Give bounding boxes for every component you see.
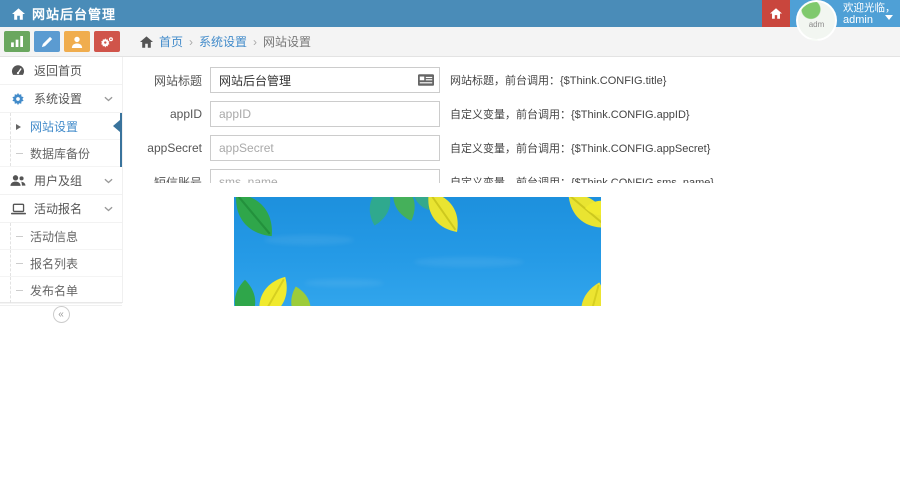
leaf-icon [562, 275, 601, 306]
banner-image [234, 197, 601, 306]
sidebar-item-label: 返回首页 [34, 62, 82, 79]
field-label: 短信账号 [140, 174, 202, 184]
sidebar-item-label: 系统设置 [34, 90, 82, 107]
user-button[interactable] [64, 31, 90, 52]
breadcrumb-separator: › [189, 35, 193, 49]
leaf-icon [416, 197, 469, 239]
user-icon [71, 36, 83, 48]
leaf-icon [234, 197, 282, 243]
users-icon [10, 174, 26, 187]
sidebar-subitem-label: 数据库备份 [30, 145, 90, 162]
sidebar-item-label: 活动报名 [34, 200, 82, 217]
chevron-down-icon [104, 206, 113, 212]
tree-dash-icon [16, 290, 23, 291]
form-row-site-title: 网站标题 网站标题，前台调用：{$Think.CONFIG.title} [140, 67, 900, 93]
sidebar-subitem-label: 活动信息 [30, 228, 78, 245]
appid-input[interactable] [210, 101, 440, 127]
sms-name-input[interactable] [210, 169, 440, 183]
settings-button[interactable] [94, 31, 120, 52]
sidebar-item-users-groups[interactable]: 用户及组 [0, 167, 122, 195]
field-label: appID [140, 107, 202, 121]
sidebar: 返回首页 系统设置 网站设置 数据库备份 用户及组 [0, 57, 123, 303]
chart-bars-icon [11, 36, 24, 47]
avatar: adm [796, 0, 837, 41]
settings-form: 网站标题 网站标题，前台调用：{$Think.CONFIG.title} app… [123, 57, 900, 183]
breadcrumb-section-link[interactable]: 系统设置 [199, 33, 247, 50]
sidebar-collapse-row: « [0, 305, 122, 323]
breadcrumb-home-link[interactable]: 首页 [159, 33, 183, 50]
tree-dash-icon [16, 236, 23, 237]
tree-dash-icon [16, 263, 23, 264]
quick-toolbar [0, 31, 123, 52]
field-hint: 自定义变量，前台调用：{$Think.CONFIG.sms_name} [450, 174, 714, 183]
app-title: 网站后台管理 [32, 4, 116, 23]
id-card-icon [418, 74, 434, 86]
welcome-text: 欢迎光临， admin [843, 2, 896, 26]
field-label: appSecret [140, 141, 202, 155]
gear-icon [10, 92, 26, 106]
sidebar-subitem-label: 报名列表 [30, 255, 78, 272]
form-row-sms-account: 短信账号 自定义变量，前台调用：{$Think.CONFIG.sms_name} [140, 169, 900, 183]
tree-dash-icon [16, 153, 23, 154]
form-row-appsecret: appSecret 自定义变量，前台调用：{$Think.CONFIG.appS… [140, 135, 900, 161]
toolbar-strip: 首页 › 系统设置 › 网站设置 [0, 27, 900, 57]
sidebar-subitem-label: 网站设置 [30, 118, 78, 135]
home-icon [140, 36, 153, 48]
home-button[interactable] [762, 0, 790, 27]
sidebar-subitem-activity-info[interactable]: 活动信息 [0, 223, 122, 250]
activity-submenu: 活动信息 报名列表 发布名单 [0, 223, 122, 304]
username-label: admin [843, 14, 873, 26]
pencil-icon [41, 36, 53, 48]
breadcrumb-current: 网站设置 [263, 33, 311, 50]
breadcrumb-separator: › [253, 35, 257, 49]
sidebar-subitem-label: 发布名单 [30, 282, 78, 299]
chevron-down-icon [885, 15, 893, 20]
system-settings-submenu: 网站设置 数据库备份 [0, 113, 122, 167]
cogs-icon [100, 36, 114, 48]
field-label: 网站标题 [140, 72, 202, 89]
appsecret-input[interactable] [210, 135, 440, 161]
sidebar-collapse-button[interactable]: « [53, 306, 70, 323]
sidebar-subitem-db-backup[interactable]: 数据库备份 [0, 140, 120, 167]
form-row-appid: appID 自定义变量，前台调用：{$Think.CONFIG.appID} [140, 101, 900, 127]
chart-button[interactable] [4, 31, 30, 52]
sidebar-subitem-publish-list[interactable]: 发布名单 [0, 277, 122, 304]
main-content: 网站标题 网站标题，前台调用：{$Think.CONFIG.title} app… [123, 57, 900, 183]
sidebar-subitem-signup-list[interactable]: 报名列表 [0, 250, 122, 277]
chevron-down-icon [104, 178, 113, 184]
laptop-icon [10, 203, 26, 215]
dashboard-icon [10, 64, 26, 77]
edit-button[interactable] [34, 31, 60, 52]
site-title-input[interactable] [210, 67, 440, 93]
active-item-arrow-icon [113, 120, 120, 132]
welcome-label: 欢迎光临， [843, 2, 896, 14]
field-hint: 自定义变量，前台调用：{$Think.CONFIG.appID} [450, 106, 690, 122]
sidebar-item-activity-signup[interactable]: 活动报名 [0, 195, 122, 223]
breadcrumb: 首页 › 系统设置 › 网站设置 [123, 33, 311, 50]
app-brand[interactable]: 网站后台管理 [0, 4, 116, 23]
sidebar-item-back-home[interactable]: 返回首页 [0, 57, 122, 85]
avatar-text: adm [809, 20, 825, 29]
topbar: 网站后台管理 adm 欢迎光临， admin [0, 0, 900, 27]
caret-right-icon [16, 124, 21, 130]
sidebar-item-label: 用户及组 [34, 172, 82, 189]
topbar-right: adm 欢迎光临， admin [762, 0, 900, 27]
user-menu[interactable]: adm 欢迎光临， admin [790, 0, 900, 27]
sidebar-subitem-site-settings[interactable]: 网站设置 [0, 113, 120, 140]
home-icon [770, 8, 782, 19]
sidebar-item-system-settings[interactable]: 系统设置 [0, 85, 122, 113]
chevron-down-icon [104, 96, 113, 102]
field-hint: 自定义变量，前台调用：{$Think.CONFIG.appSecret} [450, 140, 710, 156]
field-hint: 网站标题，前台调用：{$Think.CONFIG.title} [450, 72, 666, 88]
home-icon [12, 8, 25, 20]
